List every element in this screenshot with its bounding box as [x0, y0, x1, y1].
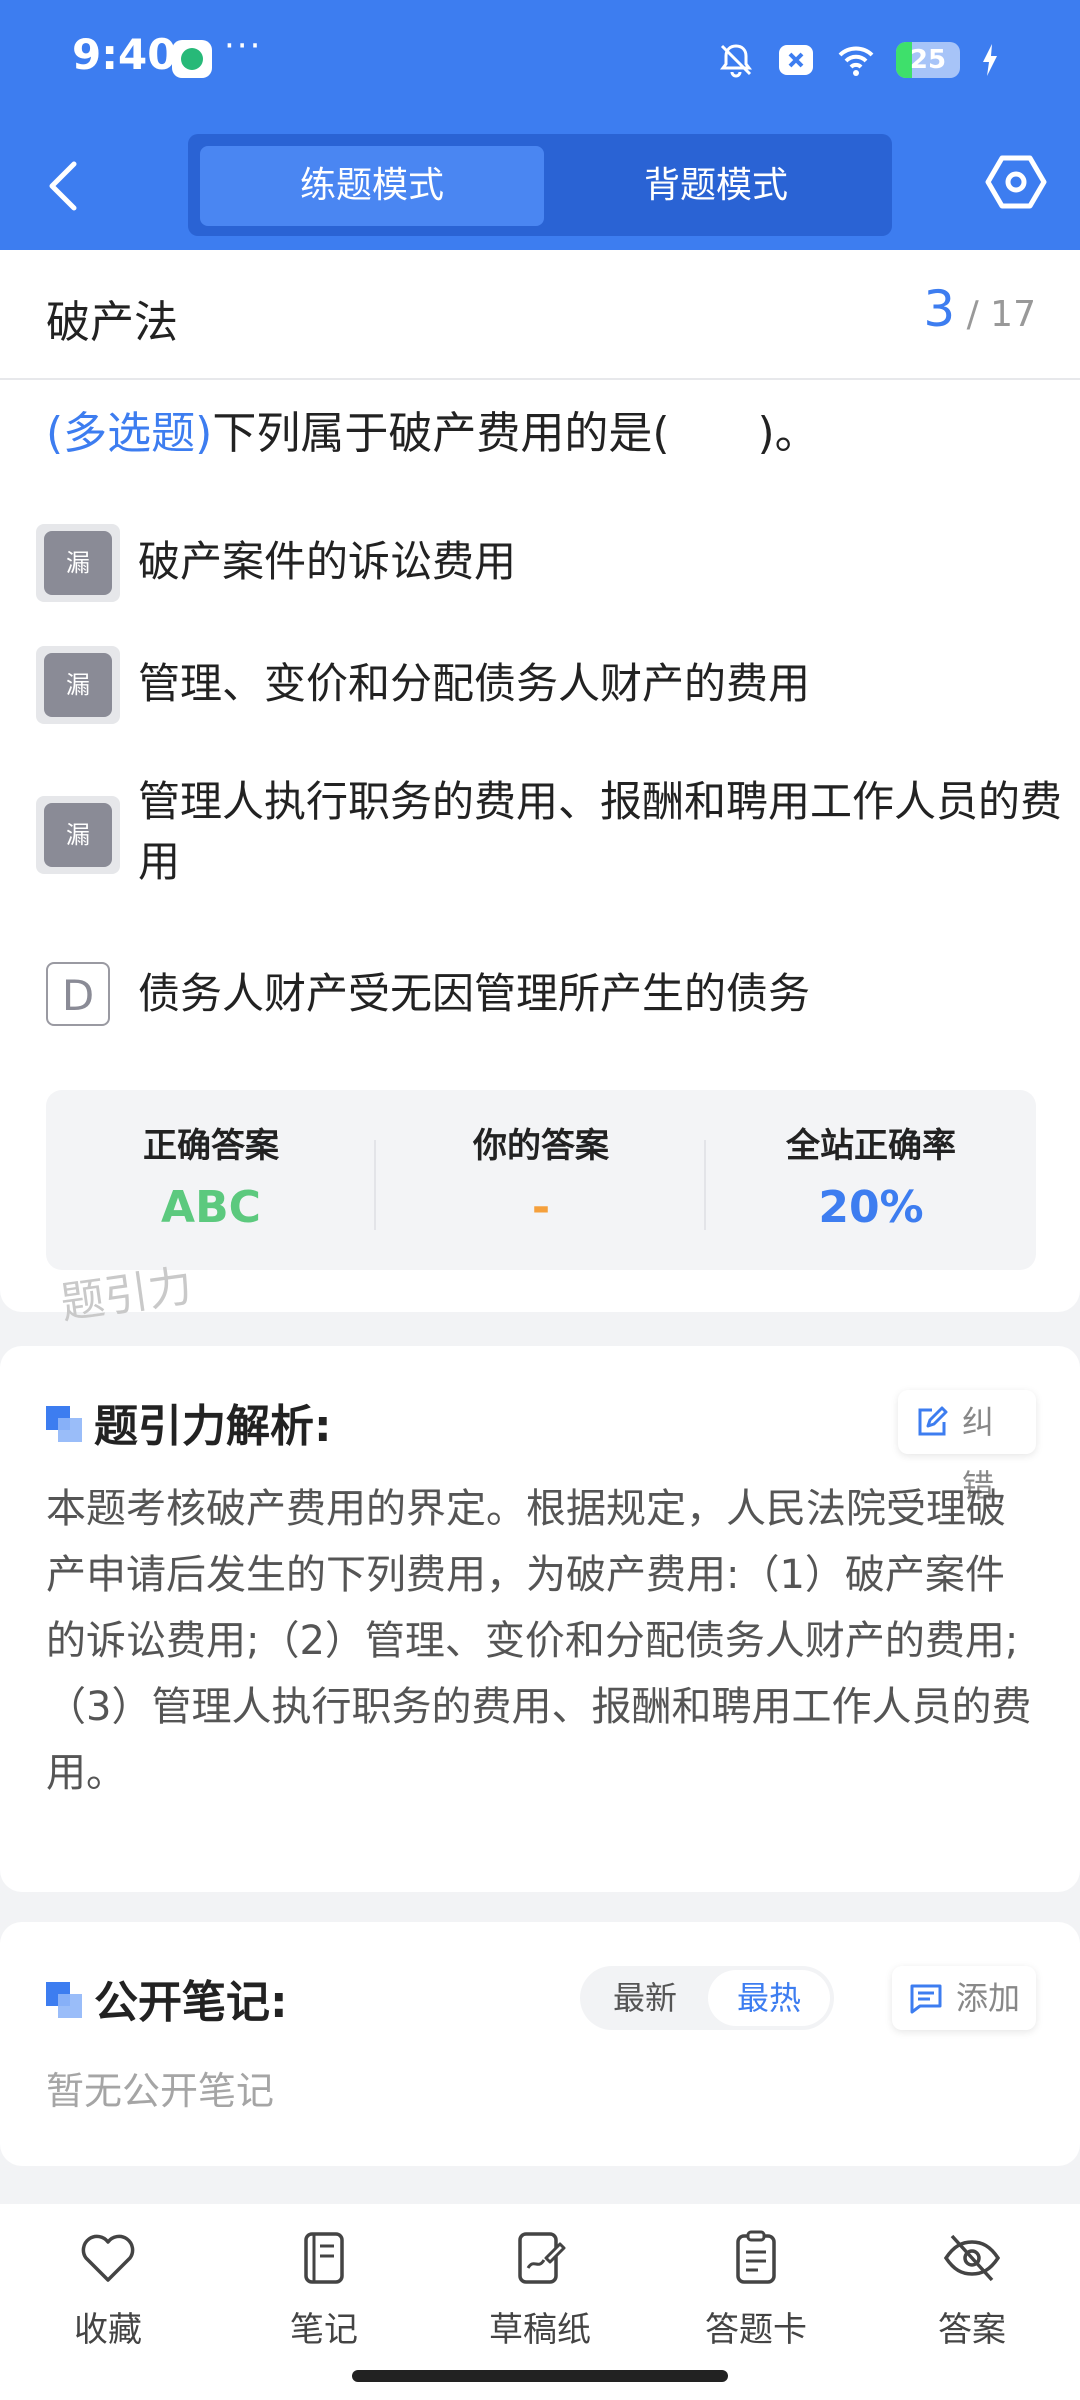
eye-off-icon	[942, 2228, 1002, 2288]
battery-level: 25	[896, 42, 960, 78]
nav-answer[interactable]: 答案	[872, 2228, 1072, 2358]
nav-label: 笔记	[224, 2302, 424, 2351]
edit-icon	[914, 1404, 950, 1440]
top-header: 9:40 ··· 25	[0, 0, 1080, 250]
question-progress: 3 / 17	[923, 280, 1036, 338]
stat-label: 全站正确率	[706, 1118, 1036, 1167]
option-d[interactable]: D 债务人财产受无因管理所产生的债务	[36, 956, 1046, 1036]
wifi-icon	[836, 40, 876, 80]
your-answer-value: -	[376, 1182, 706, 1233]
current-question-number: 3	[923, 280, 955, 338]
app-icon	[172, 40, 212, 78]
comment-icon	[908, 1980, 944, 2016]
option-badge: 漏	[36, 796, 120, 874]
question-type: (多选题)	[46, 408, 212, 459]
missed-badge: 漏	[44, 803, 112, 867]
analysis-text: 本题考核破产费用的界定。根据规定，人民法院受理破产申请后发生的下列费用，为破产费…	[46, 1476, 1036, 1806]
stat-label: 正确答案	[46, 1118, 376, 1167]
nav-notes[interactable]: 笔记	[224, 2228, 424, 2358]
option-text: 管理、变价和分配债务人财产的费用	[138, 654, 1078, 714]
nav-label: 草稿纸	[440, 2302, 640, 2351]
option-c[interactable]: 漏 管理人执行职务的费用、报酬和聘用工作人员的费用	[36, 790, 1046, 910]
analysis-card: 题引力解析: 纠错 本题考核破产费用的界定。根据规定，人民法院受理破产申请后发生…	[0, 1346, 1080, 1892]
accuracy-value: 20%	[706, 1182, 1036, 1233]
battery-icon: 25	[896, 42, 960, 78]
stat-accuracy: 全站正确率 20%	[706, 1090, 1036, 1270]
notes-empty-text: 暂无公开笔记	[46, 2060, 274, 2115]
bell-muted-icon	[716, 40, 756, 80]
home-indicator[interactable]	[352, 2370, 728, 2382]
report-error-button[interactable]: 纠错	[898, 1390, 1036, 1454]
tab-practice-mode[interactable]: 练题模式	[200, 146, 544, 226]
analysis-title: 题引力解析:	[94, 1390, 332, 1454]
answer-sheet-icon	[726, 2228, 786, 2288]
tab-memorize-mode[interactable]: 背题模式	[544, 146, 888, 226]
charging-icon	[980, 40, 1000, 80]
more-notifications-icon: ···	[224, 26, 262, 66]
option-badge: 漏	[36, 524, 120, 602]
close-box-icon	[776, 40, 816, 80]
option-b[interactable]: 漏 管理、变价和分配债务人财产的费用	[36, 646, 1046, 726]
nav-label: 收藏	[8, 2302, 208, 2351]
option-letter: D	[46, 962, 110, 1026]
answer-stats: 正确答案 ABC 你的答案 - 全站正确率 20%	[46, 1090, 1036, 1270]
sort-latest[interactable]: 最新	[584, 1966, 706, 2030]
notes-title: 公开笔记:	[94, 1966, 288, 2030]
nav-label: 答案	[872, 2302, 1072, 2351]
nav-answer-sheet[interactable]: 答题卡	[656, 2228, 856, 2358]
section-marker-icon	[46, 1982, 82, 2018]
option-text: 债务人财产受无因管理所产生的债务	[138, 964, 1078, 1024]
option-badge: 漏	[36, 646, 120, 724]
mode-switch: 练题模式 背题模式	[188, 134, 892, 236]
correct-answer-value: ABC	[46, 1182, 376, 1233]
settings-icon[interactable]	[984, 150, 1048, 214]
option-a[interactable]: 漏 破产案件的诉讼费用	[36, 524, 1046, 604]
question-stem: (多选题)下列属于破产费用的是( )。	[46, 402, 1036, 466]
status-bar: 9:40 ··· 25	[0, 0, 1080, 110]
question-text: 下列属于破产费用的是( )。	[212, 408, 818, 459]
missed-badge: 漏	[44, 653, 112, 717]
stat-label: 你的答案	[376, 1118, 706, 1167]
heart-icon	[78, 2228, 138, 2288]
draft-icon	[510, 2228, 570, 2288]
public-notes-card: 公开笔记: 最新 最热 添加 暂无公开笔记	[0, 1922, 1080, 2166]
nav-favorite[interactable]: 收藏	[8, 2228, 208, 2358]
section-marker-icon	[46, 1406, 82, 1442]
chapter-row: 破产法 3 / 17	[0, 250, 1080, 380]
total-question-count: / 17	[967, 294, 1036, 335]
chapter-title: 破产法	[46, 286, 178, 350]
sort-hot[interactable]: 最热	[708, 1970, 830, 2026]
status-time: 9:40	[72, 30, 176, 79]
add-note-button[interactable]: 添加	[892, 1966, 1036, 2030]
add-note-label: 添加	[956, 1979, 1020, 2017]
nav-label: 答题卡	[656, 2302, 856, 2351]
missed-badge: 漏	[44, 531, 112, 595]
status-icons: 25	[716, 38, 1000, 82]
chevron-left-icon[interactable]	[40, 158, 90, 214]
question-card: 破产法 3 / 17 (多选题)下列属于破产费用的是( )。 漏 破产案件的诉讼…	[0, 250, 1080, 1312]
nav-draft[interactable]: 草稿纸	[440, 2228, 640, 2358]
option-text: 破产案件的诉讼费用	[138, 532, 1078, 592]
stat-correct-answer: 正确答案 ABC	[46, 1090, 376, 1270]
option-text: 管理人执行职务的费用、报酬和聘用工作人员的费用	[138, 772, 1078, 892]
notebook-icon	[294, 2228, 354, 2288]
notes-sort: 最新 最热	[580, 1966, 834, 2030]
stat-your-answer: 你的答案 -	[376, 1090, 706, 1270]
